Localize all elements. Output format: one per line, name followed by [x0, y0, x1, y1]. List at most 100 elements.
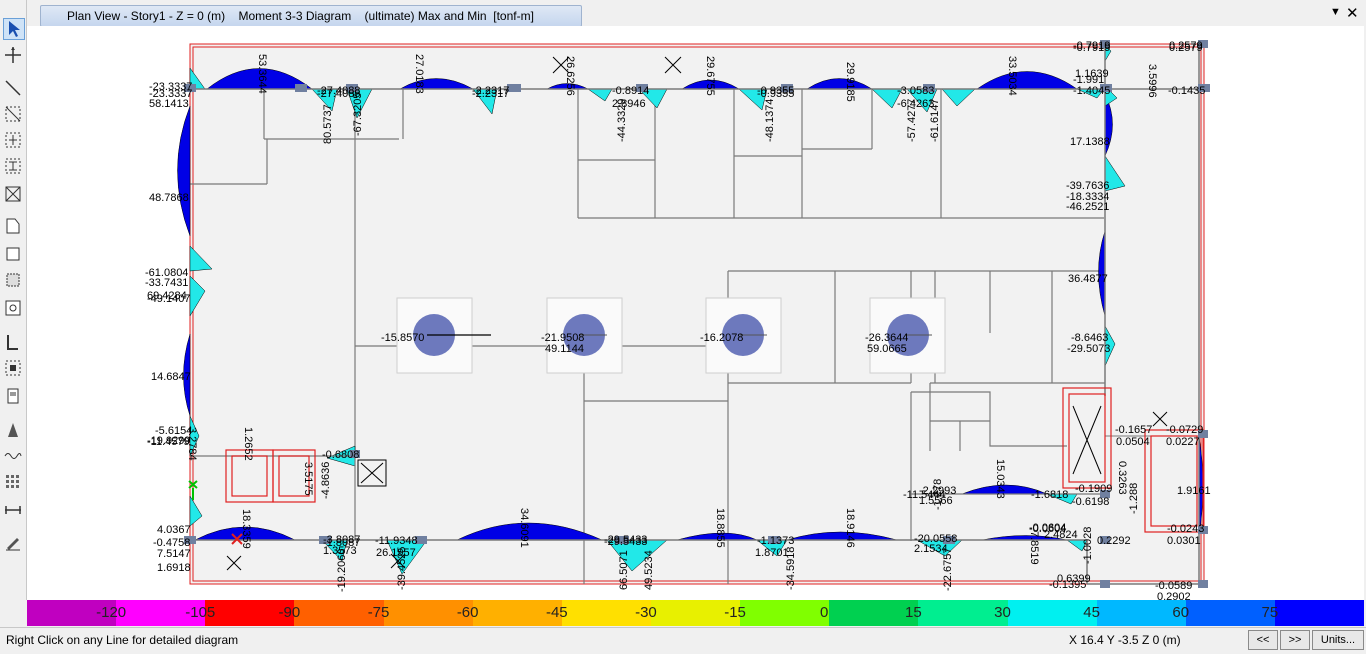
- moment-value-label: -2.2993: [919, 485, 956, 497]
- colorbar-tick-label: -15: [724, 604, 746, 621]
- draw-opening-icon[interactable]: [3, 358, 23, 378]
- moment-value-label: 1.8701: [755, 547, 789, 559]
- next-button[interactable]: >>: [1280, 630, 1310, 650]
- moment-value-label: -29.5433: [604, 536, 647, 548]
- moment-value-label: 3.2784: [186, 427, 198, 461]
- moment-value-label: 33.5034: [1006, 56, 1018, 96]
- colorbar-tick-label: 0: [820, 604, 829, 621]
- moment-value-label: -39.4525: [396, 547, 408, 590]
- close-icon[interactable]: ✕: [1346, 4, 1359, 22]
- draw-spring-icon[interactable]: [3, 446, 23, 466]
- draw-wall-icon[interactable]: [3, 332, 23, 352]
- draw-link-icon[interactable]: [3, 420, 23, 440]
- moment-value-label: -33.7431: [145, 277, 188, 289]
- moment-value-label: 0.3263: [1116, 461, 1128, 495]
- moment-value-label: 2.4824: [1044, 529, 1078, 541]
- moment-value-label: 18.9146: [844, 508, 856, 548]
- colorbar-tick-label: -45: [545, 604, 568, 621]
- moment-value-label: -0.1657: [1115, 424, 1152, 436]
- colorbar-tick-label: 75: [1261, 604, 1279, 621]
- moment-value-label: -57.4277: [906, 99, 918, 142]
- moment-value-label: 3.5996: [1146, 64, 1158, 98]
- draw-point-icon[interactable]: [3, 298, 23, 318]
- moment-value-label: -19.2066: [336, 549, 348, 592]
- colorbar-tick-label: -105: [185, 604, 216, 621]
- draw-dimension-icon[interactable]: [3, 500, 23, 520]
- moment-value-label: -1.0028: [1082, 527, 1094, 564]
- moment-value-label: 49.1144: [545, 343, 584, 355]
- moment-value-label: -61.6147: [929, 99, 941, 142]
- colorbar-tick-label: 60: [1172, 604, 1190, 621]
- moment-value-label: -0.6808: [322, 449, 359, 461]
- moment-value-label: 34.6091: [518, 508, 530, 548]
- draw-brace-icon[interactable]: [3, 156, 23, 176]
- moment-value-label: 27.0183: [413, 54, 425, 94]
- moment-value-label: 7.5147: [157, 548, 191, 560]
- draw-slab-icon[interactable]: [3, 386, 23, 406]
- moment-value-label: -11.4579: [147, 436, 190, 448]
- status-message: Right Click on any Line for detailed dia…: [6, 633, 239, 647]
- previous-button[interactable]: <<: [1248, 630, 1278, 650]
- moment-value-label: 66.5071: [618, 550, 630, 590]
- draw-cross-icon[interactable]: [3, 184, 23, 204]
- draw-region-icon[interactable]: [3, 270, 23, 290]
- moment-value-label: -29.5073: [1067, 343, 1110, 355]
- moment-value-label: 1.9161: [1177, 485, 1211, 497]
- pointer-icon[interactable]: [3, 18, 25, 40]
- moment-value-label: 1.2652: [242, 427, 254, 461]
- moment-value-label: -1.6818: [1031, 489, 1068, 501]
- status-bar: Right Click on any Line for detailed dia…: [0, 627, 1366, 654]
- moment-value-label: 58.1413: [149, 98, 189, 110]
- window-title: Plan View - Story1 - Z = 0 (m) Moment 3-…: [67, 9, 534, 23]
- moment-value-label: 0.2579: [1169, 42, 1203, 54]
- moment-value-label: -0.8914: [612, 85, 649, 97]
- colorbar-tick-label: -60: [456, 604, 479, 621]
- moment-value-label: -48.1374: [764, 99, 776, 142]
- moment-value-label: -0.1909: [1075, 483, 1112, 495]
- moment-value-label: 18.8855: [714, 508, 726, 548]
- moment-value-label: -1.288: [1128, 483, 1140, 514]
- moment-value-label: 14.6847: [151, 371, 191, 383]
- draw-rect-icon[interactable]: [3, 104, 23, 124]
- draw-area-icon[interactable]: [3, 216, 23, 236]
- moment-value-label: -49.1407: [147, 293, 190, 305]
- moment-value-label: 29.9185: [844, 62, 856, 102]
- moment-value-label: -16.2078: [700, 332, 743, 344]
- moment-value-label: 59.0665: [867, 343, 907, 355]
- moment-value-label: -1.1373: [757, 535, 794, 547]
- draw-pencil-icon[interactable]: [3, 532, 23, 552]
- window-titlebar[interactable]: Plan View - Story1 - Z = 0 (m) Moment 3-…: [40, 5, 582, 27]
- moment-value-label: 7.8519: [1028, 531, 1040, 565]
- reshape-icon[interactable]: [3, 45, 23, 65]
- drawing-toolbar: [0, 0, 27, 600]
- moment-value-label: -2.2317: [472, 88, 509, 100]
- draw-line-icon[interactable]: [3, 78, 23, 98]
- moment-value-label: 18.3359: [240, 509, 252, 549]
- moment-value-label: -4.8636: [320, 462, 332, 499]
- moment-value-label: 29.6755: [704, 56, 716, 96]
- units-button[interactable]: Units...: [1312, 630, 1364, 650]
- moment-value-label: -0.1435: [1168, 85, 1205, 97]
- colorbar-tick-label: -75: [367, 604, 390, 621]
- moment-value-label: 49.5234: [643, 550, 655, 590]
- plan-view-canvas[interactable]: -23.3337 -23.3337 58.1413 53.3644 -27.4088 -2…: [27, 26, 1364, 600]
- moment-value-label: -44.3329: [616, 99, 628, 142]
- moment-value-label: 26.6256: [564, 56, 576, 96]
- moment-value-label: 15.0343: [994, 459, 1006, 499]
- moment-value-label: -1.4045: [1073, 85, 1110, 97]
- draw-rect-area-icon[interactable]: [3, 244, 23, 264]
- moment-value-label: 48.7868: [149, 192, 189, 204]
- moment-value-label: -3.0583: [897, 85, 934, 97]
- moment-value-label: -15.8570: [381, 332, 424, 344]
- moment-value-label: 0.2902: [1157, 591, 1191, 600]
- moment-value-label: -22.6757: [942, 548, 954, 591]
- window-menu-icon[interactable]: ▼: [1330, 6, 1341, 18]
- cursor-coordinates: X 16.4 Y -3.5 Z 0 (m): [1069, 633, 1181, 647]
- moment-value-label: -67.3205: [352, 93, 364, 136]
- colorbar-tick-label: 45: [1083, 604, 1100, 621]
- draw-grid-points-icon[interactable]: [3, 472, 23, 492]
- moment-value-label: -11.9348: [375, 535, 418, 547]
- moment-color-scale: -120 -105 -90 -75 -60 -45 -30 -15 0 15 30 45 60 75: [27, 600, 1365, 626]
- draw-grid-icon[interactable]: [3, 130, 23, 150]
- moment-value-label: -46.2521: [1066, 201, 1109, 213]
